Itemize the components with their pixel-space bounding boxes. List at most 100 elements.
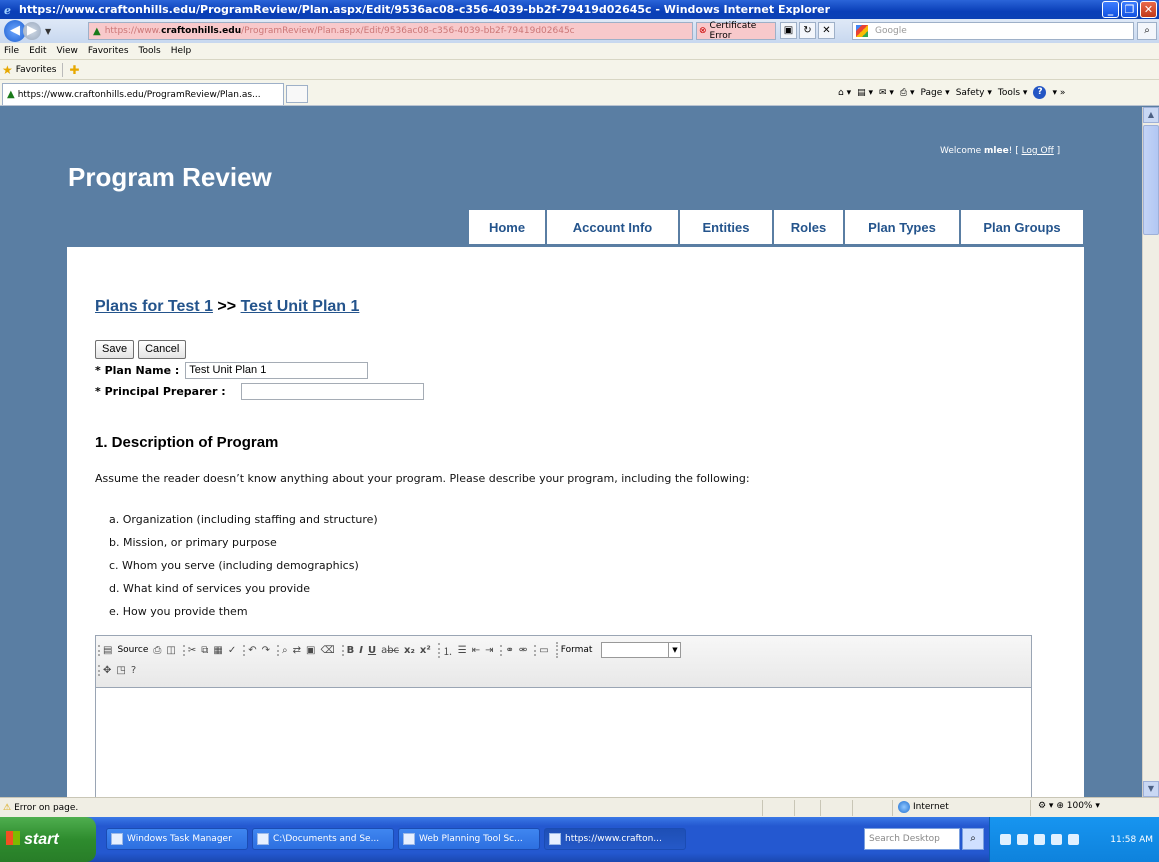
nav-entities[interactable]: Entities [680,210,772,244]
tray-volume-icon[interactable] [1051,834,1062,845]
nav-home[interactable]: Home [469,210,545,244]
compatibility-icon[interactable]: ▣ [780,22,797,39]
outdent-icon[interactable]: ⇤ [472,645,480,656]
start-button[interactable]: start [0,817,96,862]
print-icon[interactable]: ⎙ [153,645,161,656]
editor-text-area[interactable] [96,688,1031,797]
nav-account-info[interactable]: Account Info [547,210,678,244]
copy-icon[interactable]: ⧉ [201,645,208,656]
unlink-icon[interactable]: ⚮ [519,645,527,656]
zoom-control[interactable]: ⚙ ▾ ⊕ 100% ▾ [1038,801,1100,811]
tray-help-icon[interactable] [1000,834,1011,845]
refresh-icon[interactable]: ↻ [799,22,816,39]
horizontal-rule-icon[interactable]: ▭ [539,645,548,656]
format-select[interactable]: ▼ [601,642,682,658]
underline-icon[interactable]: U [368,645,376,656]
address-bar[interactable]: ▲ https://www. craftonhills.edu /Program… [88,22,693,40]
paste-icon[interactable]: ▦ [213,645,222,656]
italic-icon[interactable]: I [359,645,363,656]
task-item[interactable]: Web Planning Tool Sc... [398,828,540,850]
find-icon[interactable]: ⌕ [282,645,288,656]
task-item[interactable]: Windows Task Manager [106,828,248,850]
tab-current[interactable]: ▲ https://www.craftonhills.edu/ProgramRe… [2,83,284,105]
menu-help[interactable]: Help [171,46,192,56]
print-icon[interactable]: ⎙ ▾ [900,88,915,98]
plan-name-field[interactable]: Test Unit Plan 1 [185,362,369,379]
nav-roles[interactable]: Roles [774,210,843,244]
about-icon[interactable]: ? [131,665,136,676]
page-menu[interactable]: Page ▾ [921,88,950,98]
safety-menu[interactable]: Safety ▾ [956,88,992,98]
scroll-up-icon[interactable]: ▲ [1143,107,1159,123]
help-dropdown-icon[interactable]: ▾ » [1052,88,1065,98]
scroll-thumb[interactable] [1143,125,1159,235]
favorites-button[interactable]: Favorites [16,65,57,75]
feeds-icon[interactable]: ▤ ▾ [857,88,873,98]
tray-network-icon[interactable] [1017,834,1028,845]
help-icon[interactable]: ? [1033,86,1047,99]
search-input[interactable]: Google [852,22,1134,40]
ie-logo-icon: ℯ [4,3,11,17]
close-button[interactable]: ✕ [1140,1,1157,18]
source-button[interactable]: Source [117,645,148,655]
preview-icon[interactable]: ◫ [166,645,175,656]
task-item[interactable]: https://www.crafton... [544,828,686,850]
nav-plan-types[interactable]: Plan Types [845,210,959,244]
log-off-link[interactable]: Log Off [1022,146,1054,156]
replace-icon[interactable]: ⇄ [293,645,301,656]
nav-plan-groups[interactable]: Plan Groups [961,210,1083,244]
warning-icon[interactable]: ⚠ [3,803,11,813]
strikethrough-icon[interactable]: ab̶c̶ [381,645,399,656]
start-label: start [24,830,59,848]
status-message[interactable]: Error on page. [14,803,78,813]
mail-icon[interactable]: ✉ ▾ [879,88,894,98]
numbered-list-icon[interactable]: ⒈ [443,643,453,658]
remove-format-icon[interactable]: ⌫ [320,645,334,656]
tray-security-icon[interactable] [1068,834,1079,845]
menu-favorites[interactable]: Favorites [88,46,129,56]
menu-tools[interactable]: Tools [139,46,161,56]
subscript-icon[interactable]: x₂ [404,645,415,656]
redo-icon[interactable]: ↷ [262,645,270,656]
clock[interactable]: 11:58 AM [1110,835,1153,845]
search-icon[interactable]: ⌕ [962,828,984,850]
home-icon[interactable]: ⌂ ▾ [838,88,851,98]
menu-file[interactable]: File [4,46,19,56]
superscript-icon[interactable]: x² [420,645,431,656]
tools-menu[interactable]: Tools ▾ [998,88,1028,98]
breadcrumb-plans-link[interactable]: Plans for Test 1 [95,298,213,315]
add-favorite-icon[interactable]: ✚ [69,63,79,77]
show-blocks-icon[interactable]: ◳ [116,665,125,676]
stop-icon[interactable]: ✕ [818,22,835,39]
protected-mode-icon[interactable]: ⚙ ▾ [1038,801,1053,811]
forward-button[interactable]: ▶ [23,22,41,40]
cancel-button[interactable]: Cancel [138,340,187,359]
desktop-search-input[interactable]: Search Desktop [864,828,960,850]
task-item[interactable]: C:\Documents and Se... [252,828,394,850]
source-icon[interactable]: ▤ [103,645,112,656]
menu-view[interactable]: View [57,46,78,56]
maximize-icon[interactable]: ✥ [103,665,111,676]
menu-edit[interactable]: Edit [29,46,46,56]
new-tab-button[interactable] [286,85,308,103]
bulleted-list-icon[interactable]: ☰ [458,645,467,656]
restore-button[interactable]: ❐ [1121,1,1138,18]
certificate-error-button[interactable]: ⊗ Certificate Error [696,21,776,41]
undo-icon[interactable]: ↶ [248,645,256,656]
search-go-icon[interactable]: ⌕ [1137,22,1157,40]
tray-app-icon[interactable] [1034,834,1045,845]
cut-icon[interactable]: ✂ [188,645,196,656]
toolbar-group: ✥ ◳ ? [98,664,139,676]
spellcheck-icon[interactable]: ✓ [228,645,236,656]
bold-icon[interactable]: B [347,645,355,656]
save-button[interactable]: Save [95,340,135,359]
scroll-down-icon[interactable]: ▼ [1143,781,1159,797]
link-icon[interactable]: ⚭ [505,645,513,656]
preparer-field[interactable] [240,383,424,400]
history-dropdown-icon[interactable]: ▼ [45,27,51,36]
page-scrollbar[interactable]: ▲ ▼ [1142,107,1159,797]
breadcrumb-plan-link[interactable]: Test Unit Plan 1 [241,298,360,315]
select-all-icon[interactable]: ▣ [306,645,315,656]
indent-icon[interactable]: ⇥ [485,645,493,656]
minimize-button[interactable]: _ [1102,1,1119,18]
